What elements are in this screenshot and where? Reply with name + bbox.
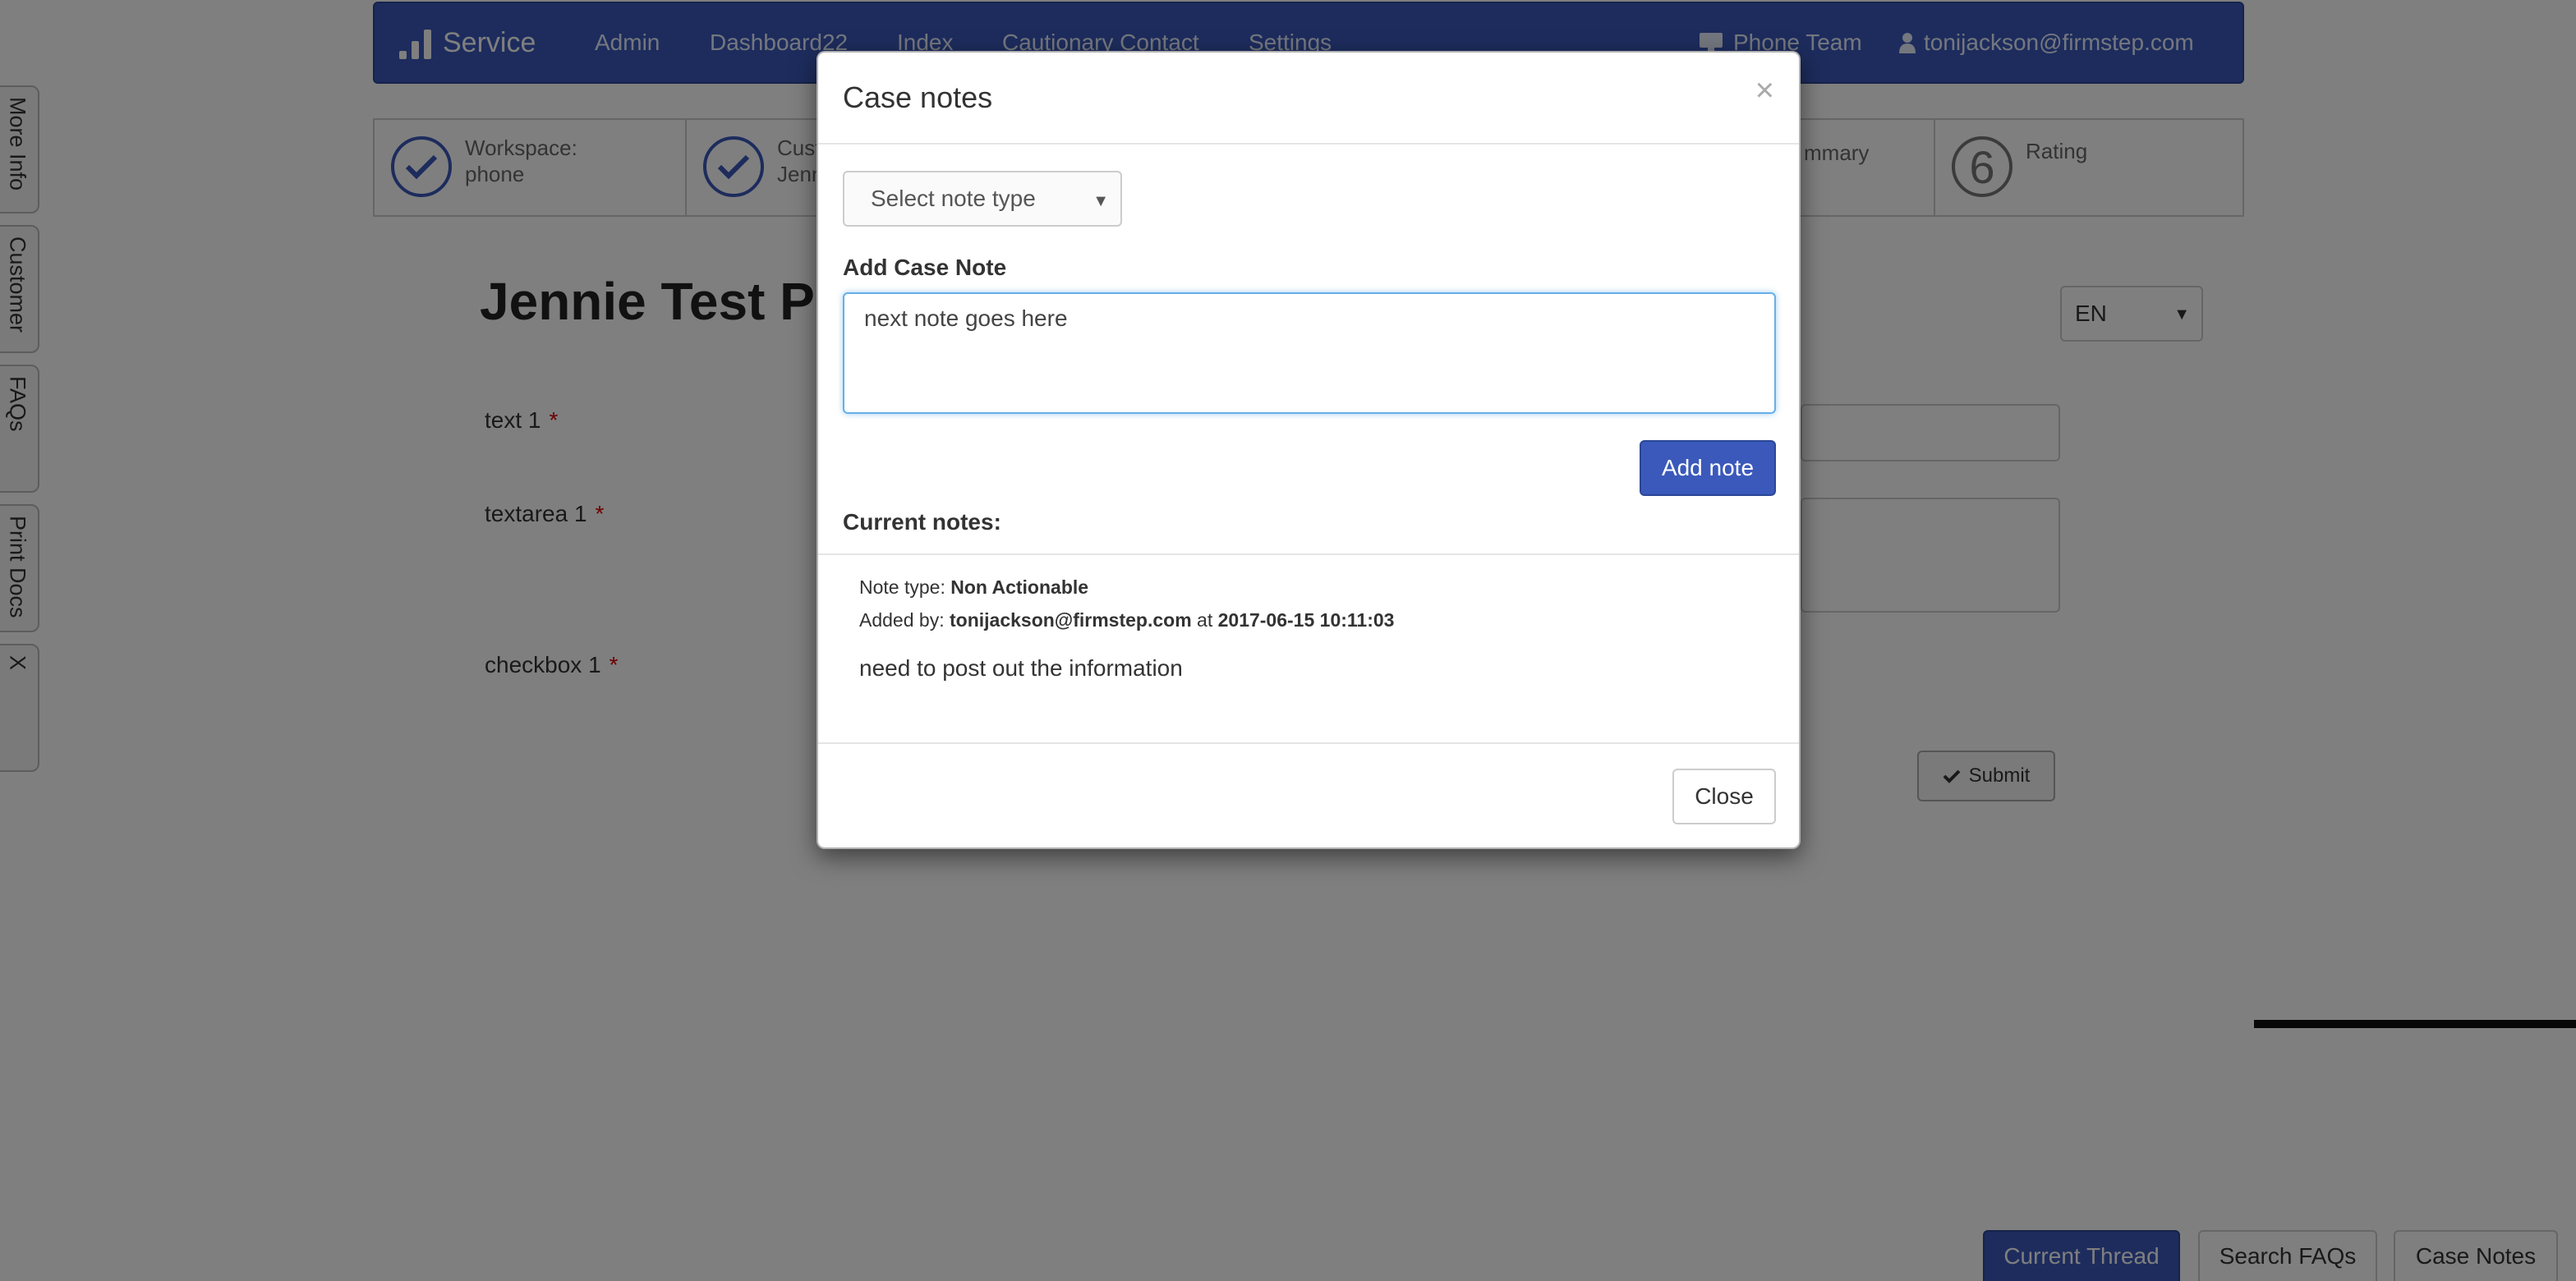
note-author-line: Added by: tonijackson@firmstep.com at 20… xyxy=(859,609,1395,631)
note-timestamp: 2017-06-15 10:11:03 xyxy=(1217,609,1395,631)
note-author: tonijackson@firmstep.com xyxy=(949,609,1192,631)
notes-divider xyxy=(818,553,1799,555)
case-note-textarea[interactable]: next note goes here xyxy=(843,292,1776,414)
note-body: need to post out the information xyxy=(859,655,1183,681)
add-case-note-label: Add Case Note xyxy=(843,255,1007,280)
current-notes-label: Current notes: xyxy=(843,509,1001,535)
note-type-line: Note type: Non Actionable xyxy=(859,576,1089,598)
case-notes-modal: Case notes × Select note type ▼ Add Case… xyxy=(816,51,1801,849)
note-type-placeholder: Select note type xyxy=(871,186,1036,211)
note-type-value: Non Actionable xyxy=(950,576,1089,598)
footer-divider xyxy=(818,742,1799,744)
close-button[interactable]: Close xyxy=(1672,769,1776,824)
add-note-button[interactable]: Add note xyxy=(1640,440,1776,496)
modal-title: Case notes xyxy=(843,80,993,114)
close-icon[interactable]: × xyxy=(1755,72,1774,109)
header-divider xyxy=(818,143,1799,145)
caret-down-icon: ▼ xyxy=(1092,192,1109,210)
note-type-select[interactable]: Select note type ▼ xyxy=(843,171,1122,227)
